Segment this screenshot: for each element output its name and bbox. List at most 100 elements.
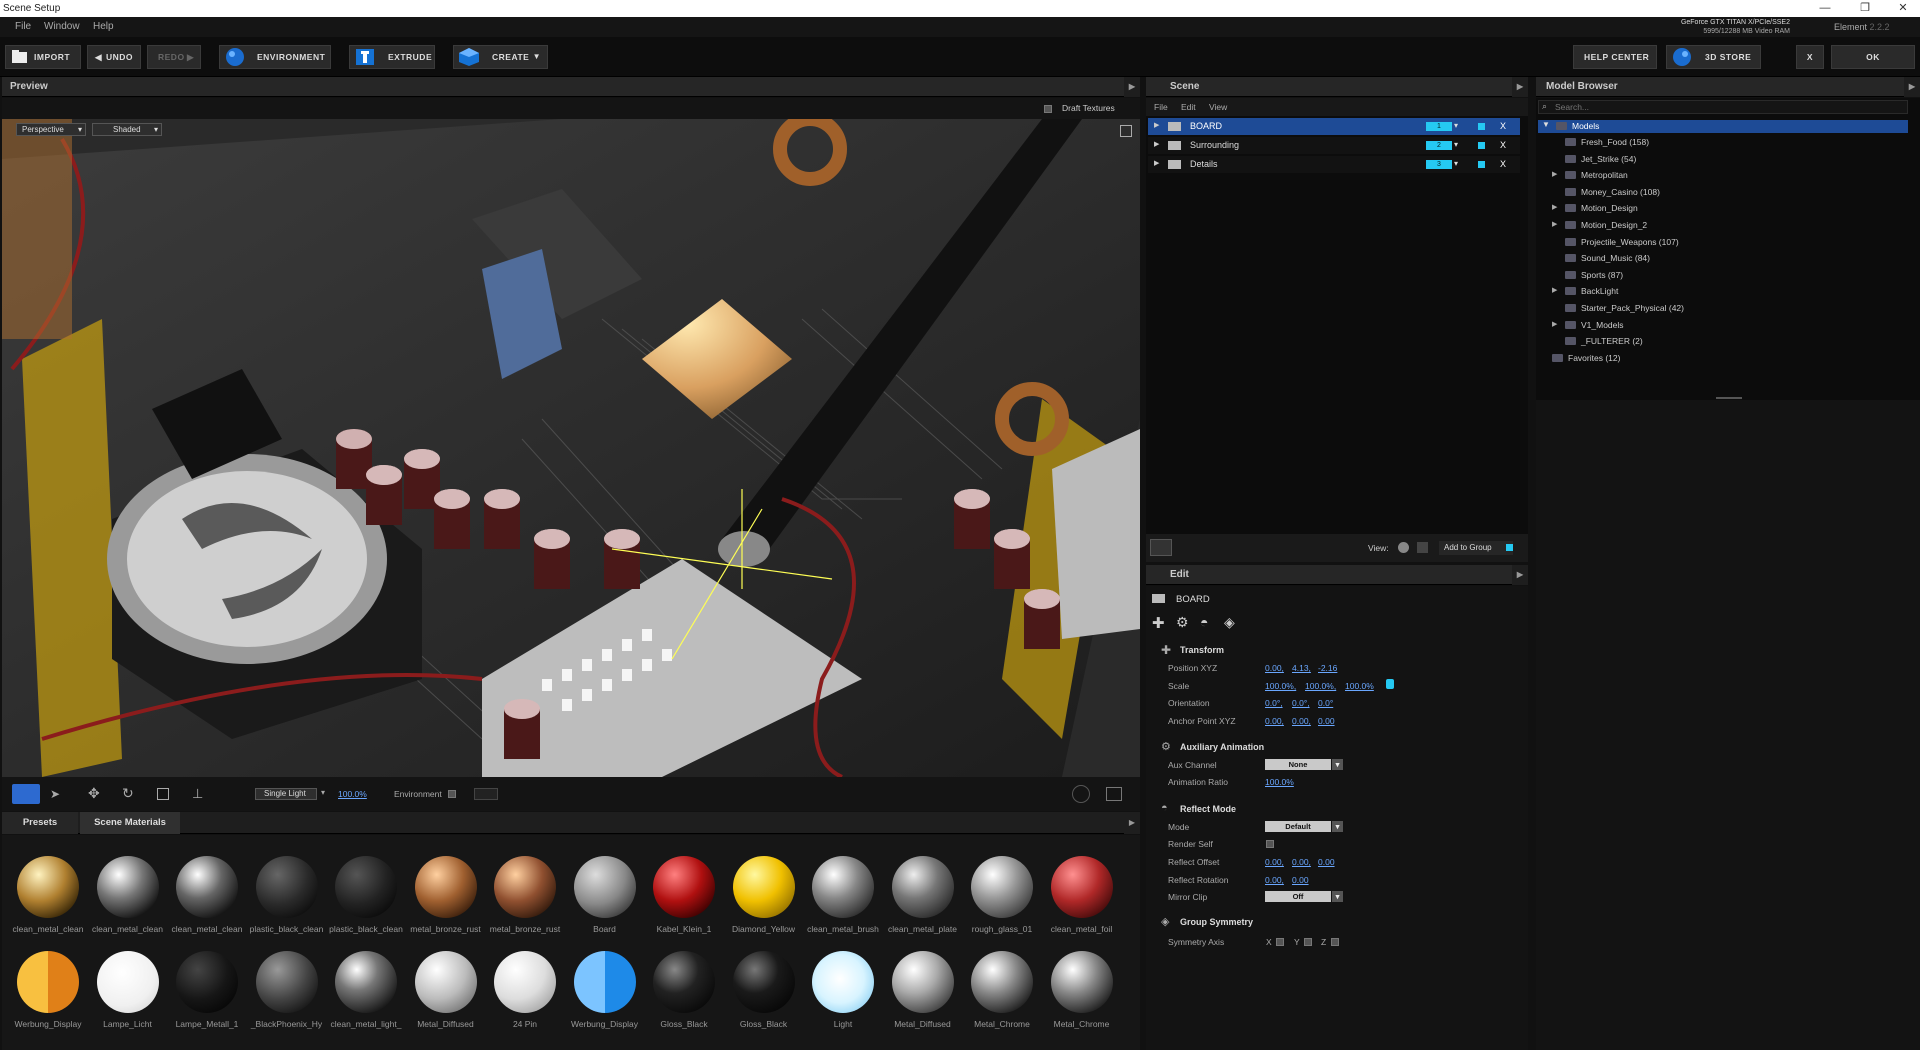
environment-swatch[interactable] [474,788,498,800]
scene-row-board[interactable]: ▶ BOARD 1 ▾ X [1148,118,1520,135]
reflect-offset-z[interactable]: 0.00 [1318,857,1335,867]
tree-item[interactable]: Money_Casino (108) [1565,187,1660,197]
snapshot-icon[interactable] [1072,785,1090,803]
transform-section-title[interactable]: Transform [1180,645,1224,655]
environment-button[interactable]: ENVIRONMENT [219,45,331,69]
create-button[interactable]: CREATE ▼ [453,45,548,69]
scene-menu-edit[interactable]: Edit [1181,102,1196,112]
material-swatch[interactable] [573,951,636,1013]
select-tool-icon[interactable]: ➤ [50,787,60,801]
symmetry-tab-icon[interactable]: ◈ [1224,614,1235,631]
aux-animation-section-title[interactable]: Auxiliary Animation [1180,742,1264,752]
material-swatch[interactable] [17,951,79,1013]
tree-expand-icon[interactable]: ▶ [1552,320,1557,328]
group-number-badge[interactable]: 1 [1426,122,1452,131]
animation-ratio-value[interactable]: 100.0% [1265,777,1294,787]
material-swatch[interactable] [414,951,477,1013]
group-number-badge[interactable]: 2 [1426,141,1452,150]
tree-item[interactable]: Motion_Design_2 [1565,220,1647,230]
material-swatch[interactable] [1050,951,1113,1013]
symmetry-x-checkbox[interactable] [1276,938,1284,946]
tree-collapse-icon[interactable]: ▼ [1542,120,1550,129]
tree-item[interactable]: Fresh_Food (158) [1565,137,1649,147]
scene-menu-view[interactable]: View [1209,102,1227,112]
import-button[interactable]: IMPORT [5,45,81,69]
scene-menu-file[interactable]: File [1154,102,1168,112]
material-swatch[interactable] [812,951,874,1013]
material-swatch[interactable] [971,951,1033,1013]
scene-row-details[interactable]: ▶ Details 3 ▾ X [1148,156,1520,173]
scene-row-surrounding[interactable]: ▶ Surrounding 2 ▾ X [1148,137,1520,154]
close-window-button[interactable]: ✕ [1888,0,1918,17]
tree-root-models[interactable]: ▼ Models [1538,120,1908,133]
environment-checkbox[interactable] [448,790,456,798]
expand-arrow-icon[interactable]: ▶ [1154,159,1159,167]
minimize-button[interactable]: — [1810,0,1840,17]
material-swatch[interactable] [176,951,238,1013]
redo-button[interactable]: REDO ▶ [147,45,201,69]
group-chevron-icon[interactable]: ▾ [1454,121,1458,130]
undo-button[interactable]: ◀ UNDO [87,45,141,69]
gears-tab-icon[interactable]: ⚙ [1176,614,1189,631]
view-sphere-icon[interactable] [1398,542,1409,553]
tree-expand-icon[interactable]: ▶ [1552,203,1557,211]
cancel-button[interactable]: X [1796,45,1824,69]
tree-item[interactable]: V1_Models [1565,320,1624,330]
reflect-offset-x[interactable]: 0.00, [1265,857,1284,867]
material-swatch[interactable] [335,856,397,918]
delete-group-icon[interactable]: X [1500,140,1506,150]
preview-expand-icon[interactable]: ▶ [1124,77,1140,97]
view-grid-icon[interactable] [1417,542,1428,553]
expand-arrow-icon[interactable]: ▶ [1154,140,1159,148]
ok-button[interactable]: OK [1831,45,1915,69]
orientation-y[interactable]: 0.0°, [1292,698,1310,708]
material-swatch[interactable] [573,856,636,918]
3d-store-button[interactable]: 3D STORE [1666,45,1761,69]
reflect-rotation-y[interactable]: 0.00 [1292,875,1309,885]
material-swatch[interactable] [414,856,477,918]
scene-expand-icon[interactable]: ▶ [1512,77,1528,97]
delete-group-icon[interactable]: X [1500,159,1506,169]
model-search-box[interactable]: ⌕ [1538,100,1908,114]
position-x[interactable]: 0.00, [1265,663,1284,673]
material-swatch[interactable] [653,856,715,918]
add-to-group-toggle[interactable] [1506,544,1513,551]
orientation-x[interactable]: 0.0°, [1265,698,1283,708]
material-swatch[interactable] [653,951,715,1013]
anchor-tool-icon[interactable]: ⊥ [192,786,203,802]
tree-item[interactable]: Sports (87) [1565,270,1623,280]
visibility-toggle-icon[interactable] [1478,142,1485,149]
tree-item[interactable]: Motion_Design [1565,203,1638,213]
tree-item[interactable]: Metropolitan [1565,170,1628,180]
material-swatch[interactable] [1050,856,1113,918]
delete-group-icon[interactable]: X [1500,121,1506,131]
visibility-toggle-icon[interactable] [1478,161,1485,168]
maximize-viewport-icon[interactable] [1120,125,1132,137]
tree-expand-icon[interactable]: ▶ [1552,220,1557,228]
symmetry-z-checkbox[interactable] [1331,938,1339,946]
material-swatch[interactable] [176,856,238,918]
tree-item[interactable]: Projectile_Weapons (107) [1565,237,1679,247]
help-center-button[interactable]: HELP CENTER [1573,45,1657,69]
menu-help[interactable]: Help [93,21,114,32]
material-swatch[interactable] [96,856,159,918]
orientation-z[interactable]: 0.0° [1318,698,1333,708]
position-z[interactable]: -2.16 [1318,663,1337,673]
material-swatch[interactable] [335,951,397,1013]
reflect-offset-y[interactable]: 0.00, [1292,857,1311,867]
tree-favorites[interactable]: Favorites (12) [1552,353,1620,363]
aux-channel-dropdown[interactable]: None [1265,759,1343,770]
move-tool-icon[interactable]: ✥ [88,785,100,802]
model-browser-expand-icon[interactable]: ▶ [1904,77,1920,97]
render-self-checkbox[interactable] [1266,840,1274,848]
shading-dropdown[interactable]: Shaded ▾ [92,123,162,136]
model-search-input[interactable] [1555,101,1895,113]
material-swatch[interactable] [96,951,159,1013]
extrude-button[interactable]: EXTRUDE [349,45,435,69]
visibility-toggle-icon[interactable] [1478,123,1485,130]
material-swatch[interactable] [17,856,79,918]
camera-dropdown[interactable]: Perspective ▾ [16,123,86,136]
material-swatch[interactable] [971,856,1033,918]
edit-expand-icon[interactable]: ▶ [1512,565,1528,585]
group-chevron-icon[interactable]: ▾ [1454,140,1458,149]
